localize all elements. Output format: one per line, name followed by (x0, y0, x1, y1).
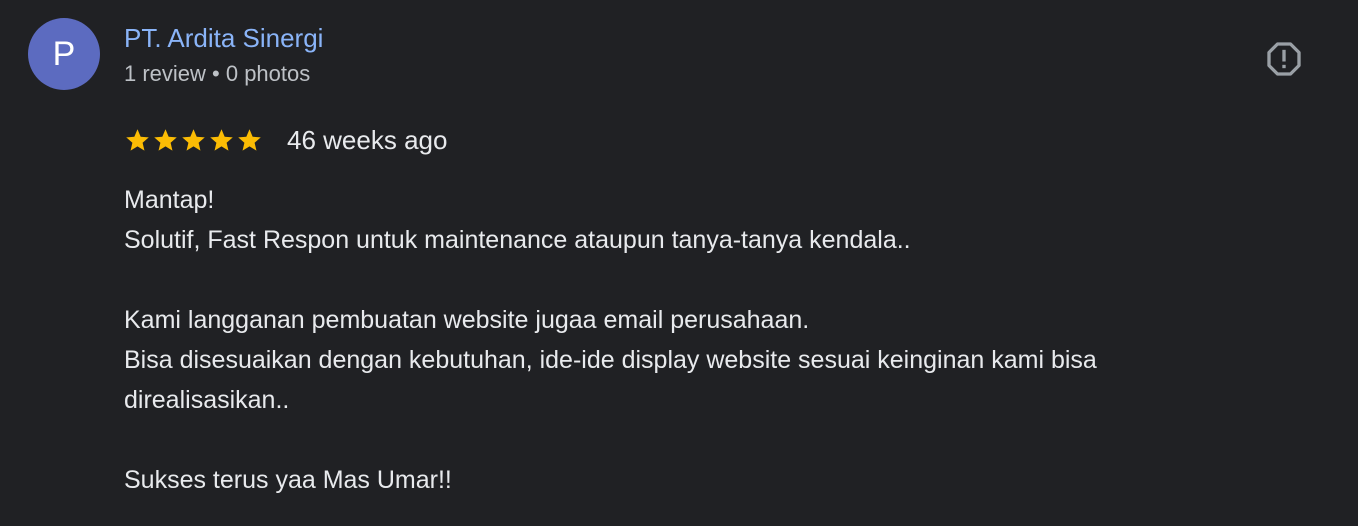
review-blank-line (124, 260, 1314, 300)
review-line: direalisasikan.. (124, 386, 290, 414)
star-rating (124, 127, 263, 154)
star-icon (210, 128, 233, 151)
review-line: Mantap! (124, 186, 215, 214)
review-date: 46 weeks ago (287, 125, 448, 155)
reviewer-stats: 1 review • 0 photos (124, 61, 311, 86)
report-flag-icon (1267, 42, 1301, 76)
review-line: Solutif, Fast Respon untuk maintenance a… (124, 226, 911, 254)
review-card: P PT. Ardita Sinergi 1 review • 0 photos… (0, 0, 1358, 526)
report-review-button[interactable] (1262, 37, 1306, 81)
review-line: Bisa disesuaikan dengan kebutuhan, ide-i… (124, 346, 1097, 374)
review-line: Sukses terus yaa Mas Umar!! (124, 466, 452, 494)
review-blank-line (124, 420, 1314, 460)
star-icon (238, 128, 261, 151)
reviewer-avatar[interactable]: P (28, 18, 100, 90)
review-line: Kami langganan pembuatan website jugaa e… (124, 306, 810, 334)
star-icon (182, 128, 205, 151)
review-body: Mantap! Solutif, Fast Respon untuk mainte… (124, 180, 1314, 500)
avatar-letter: P (52, 34, 76, 73)
star-icon (126, 128, 149, 151)
rating-row: 46 weeks ago (124, 122, 447, 158)
reviewer-name-link[interactable]: PT. Ardita Sinergi (124, 22, 323, 54)
star-icon (154, 128, 177, 151)
